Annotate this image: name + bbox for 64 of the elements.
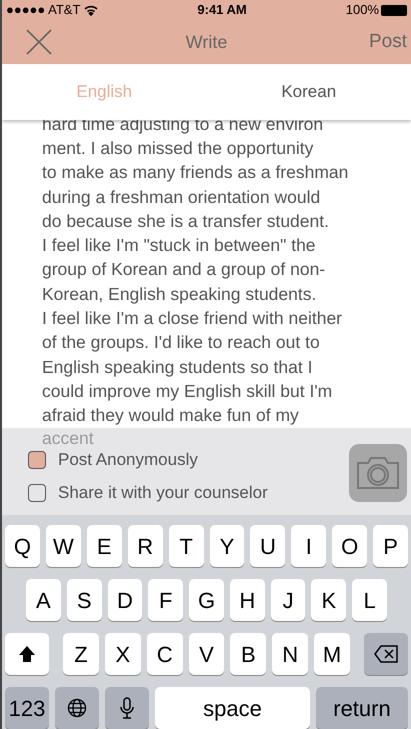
microphone-key[interactable] [105, 687, 149, 729]
key[interactable]: T [168, 525, 204, 567]
globe-key[interactable] [55, 687, 99, 729]
key[interactable]: J [270, 579, 306, 621]
key[interactable]: B [230, 633, 266, 675]
body-text-line: I feel like I'm a close friend with neither [42, 307, 344, 330]
body-text-line: Korean, English speaking students. [42, 282, 318, 306]
option-label: Share it with your counselor [58, 482, 268, 504]
wifi-icon [84, 4, 98, 16]
nav-title: Write [186, 30, 228, 54]
numbers-key[interactable]: 123 [5, 687, 49, 729]
globe-icon [67, 698, 87, 718]
key[interactable]: H [230, 579, 265, 621]
shift-key[interactable] [5, 633, 49, 675]
body-text-line: of the groups. I'd like to reach out to [42, 331, 321, 354]
key[interactable]: G [189, 579, 224, 621]
return-key[interactable]: return [316, 687, 408, 729]
microphone-icon [120, 697, 134, 719]
key[interactable]: U [250, 525, 286, 567]
backspace-icon [374, 645, 398, 663]
carrier-text: ●●●●● AT&T [6, 0, 98, 20]
key[interactable]: L [352, 579, 388, 621]
key[interactable]: R [128, 525, 163, 567]
key[interactable]: E [86, 525, 122, 567]
body-text-line: English speaking students so that I [42, 356, 314, 379]
space-key[interactable]: space [155, 687, 310, 729]
key[interactable]: A [26, 579, 61, 621]
body-text-line: do because she is a transfer student. [42, 210, 330, 233]
key[interactable]: F [148, 579, 184, 621]
option-label: Post Anonymously [58, 448, 198, 471]
hidden-text-line: accent [42, 426, 94, 450]
key[interactable]: M [314, 633, 350, 675]
camera-button[interactable] [349, 444, 407, 502]
body-text-line: ment. I also missed the opportunity [42, 136, 314, 160]
clock-text: 9:41 AM [197, 1, 247, 20]
key[interactable]: W [46, 525, 81, 567]
key[interactable]: N [272, 633, 308, 675]
battery-text: 100% [346, 1, 379, 20]
key[interactable]: Y [210, 525, 244, 567]
key[interactable]: S [66, 579, 102, 621]
key[interactable]: V [188, 633, 224, 675]
body-text-line: group of Korean and a group of non- [42, 258, 326, 282]
body-text-line: afraid they would make fun of my [42, 404, 300, 428]
body-text-line: during a freshman orientation would [42, 186, 322, 209]
key[interactable]: X [104, 633, 141, 675]
body-text-line: to make as many friends as a freshman [42, 161, 350, 184]
body-text-line: could improve my English skill but I'm [42, 380, 334, 403]
body-text-line: I feel like I'm "stuck in between" the [42, 234, 317, 258]
battery-icon [380, 4, 407, 16]
camera-icon [355, 455, 401, 492]
key[interactable]: K [311, 579, 346, 621]
language-tab[interactable]: Korean [206, 64, 411, 120]
backspace-key[interactable] [364, 633, 408, 675]
key[interactable]: P [373, 525, 408, 567]
key[interactable]: O [332, 525, 368, 567]
close-icon[interactable] [26, 29, 52, 55]
key[interactable]: I [291, 525, 326, 567]
checkbox[interactable] [28, 484, 46, 502]
shift-icon [18, 645, 36, 663]
key[interactable]: C [146, 633, 183, 675]
key[interactable]: Z [63, 633, 99, 675]
key[interactable]: D [108, 579, 142, 621]
key[interactable]: Q [5, 525, 40, 567]
checkbox[interactable] [28, 450, 46, 469]
